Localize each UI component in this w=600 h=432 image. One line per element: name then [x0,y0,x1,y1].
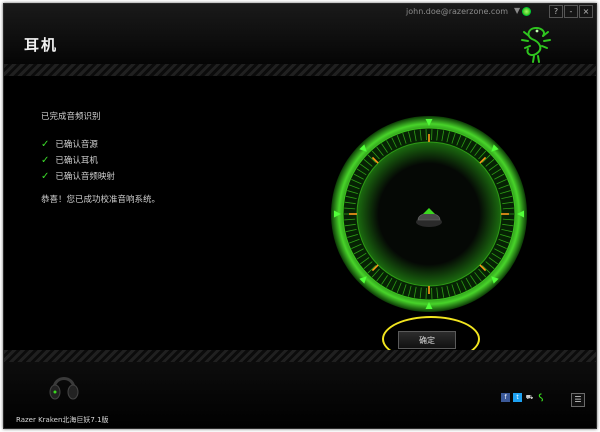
headset-device-icon[interactable] [49,369,79,403]
congrats-message: 恭喜！您已成功校准音响系统。 [41,195,161,205]
ok-button[interactable]: 确定 [398,331,456,349]
minimize-button[interactable]: - [564,5,578,18]
razer-logo-icon [521,27,551,63]
title-bar: john.doe@razerzone.com ▼ ? - × 耳机 [4,4,596,64]
chevron-down-icon[interactable]: ▼ [514,6,520,15]
app-window: john.doe@razerzone.com ▼ ? - × 耳机 已完成音频识… [3,3,597,429]
cart-icon[interactable]: ⛟ [525,393,534,402]
step-label: 已确认音频映射 [55,172,115,182]
checkmark-icon: ✓ [41,171,50,182]
online-status-icon [522,7,531,16]
step-item: ✓ 已确认音源 [41,138,98,150]
menu-icon[interactable]: ☰ [571,393,585,407]
step-label: 已确认音源 [55,140,98,150]
help-button[interactable]: ? [549,5,563,18]
section-title: 已完成音频识别 [41,112,101,122]
close-button[interactable]: × [579,5,593,18]
page-title: 耳机 [24,36,59,54]
footer: Razer Kraken北海巨妖7.1版 f t ⛟ ☰ [4,362,596,428]
header-divider [4,64,596,76]
checkmark-icon: ✓ [41,155,50,166]
step-item: ✓ 已确认音频映射 [41,170,115,182]
device-name: Razer Kraken北海巨妖7.1版 [16,416,109,424]
twitter-icon[interactable]: t [513,393,522,402]
footer-divider [4,350,596,362]
step-label: 已确认耳机 [55,156,98,166]
account-email[interactable]: john.doe@razerzone.com [406,7,508,16]
step-item: ✓ 已确认耳机 [41,154,98,166]
checkmark-icon: ✓ [41,139,50,150]
facebook-icon[interactable]: f [501,393,510,402]
calibration-panel: 已完成音频识别 ✓ 已确认音源 ✓ 已确认耳机 ✓ 已确认音频映射 恭喜！您已成功校准… [4,76,596,362]
razer-icon[interactable] [537,393,546,402]
surround-dial [331,116,527,312]
